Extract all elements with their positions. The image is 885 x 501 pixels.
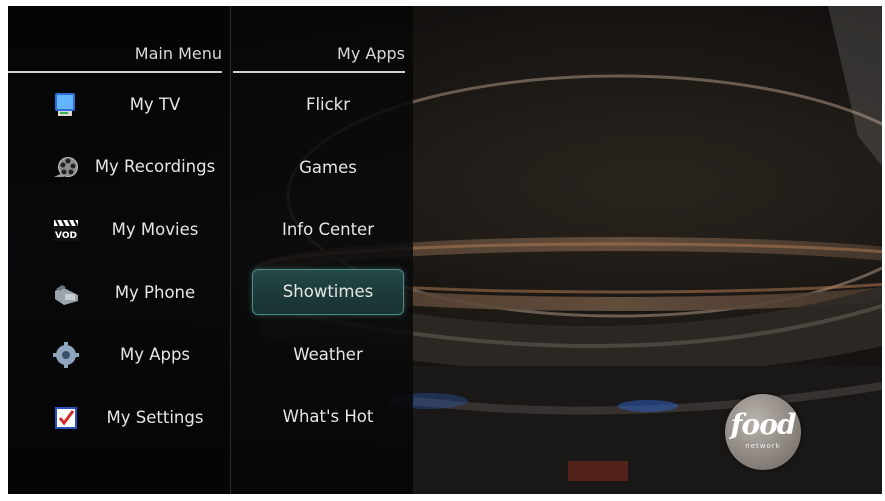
tv-icon — [52, 91, 80, 119]
apps-menu-title-rule — [233, 71, 405, 73]
checklist-icon — [52, 404, 80, 432]
app-item-info-center[interactable]: Info Center — [252, 207, 404, 253]
logo-subtext: network — [745, 442, 781, 450]
menu-item-label: My Settings — [106, 408, 204, 427]
apps-menu-title: My Apps — [337, 44, 405, 63]
phone-icon — [52, 279, 80, 307]
menu-item-my-phone[interactable]: My Phone — [8, 268, 230, 320]
app-item-weather[interactable]: Weather — [252, 332, 404, 378]
menu-item-my-recordings[interactable]: My Recordings — [8, 142, 230, 194]
main-menu-title-rule — [8, 71, 222, 73]
menu-item-label: My Phone — [114, 283, 196, 302]
vod-clapperboard-icon: VOD — [52, 216, 80, 244]
app-item-flickr[interactable]: Flickr — [252, 82, 404, 128]
tv-screen: Main Menu My Apps My TV My Recordings VO… — [8, 6, 882, 494]
app-item-whats-hot[interactable]: What's Hot — [252, 394, 404, 440]
main-menu-title: Main Menu — [134, 44, 222, 63]
menu-item-my-movies[interactable]: VOD My Movies — [8, 205, 230, 257]
panel-divider — [230, 6, 231, 494]
gear-icon — [52, 341, 80, 369]
menu-item-my-apps[interactable]: My Apps — [8, 330, 230, 382]
film-reel-icon — [52, 153, 80, 181]
menu-item-my-settings[interactable]: My Settings — [8, 393, 230, 445]
app-item-showtimes[interactable]: Showtimes — [252, 269, 404, 315]
menu-item-label: My Movies — [111, 220, 199, 239]
food-network-logo: food network — [725, 394, 801, 470]
logo-word: food — [730, 408, 797, 441]
menu-item-label: My Recordings — [94, 157, 216, 176]
menu-item-label: My TV — [129, 95, 181, 114]
svg-text:VOD: VOD — [55, 231, 77, 241]
app-item-games[interactable]: Games — [252, 145, 404, 191]
menu-item-label: My Apps — [119, 345, 191, 364]
menu-item-my-tv[interactable]: My TV — [8, 80, 230, 132]
